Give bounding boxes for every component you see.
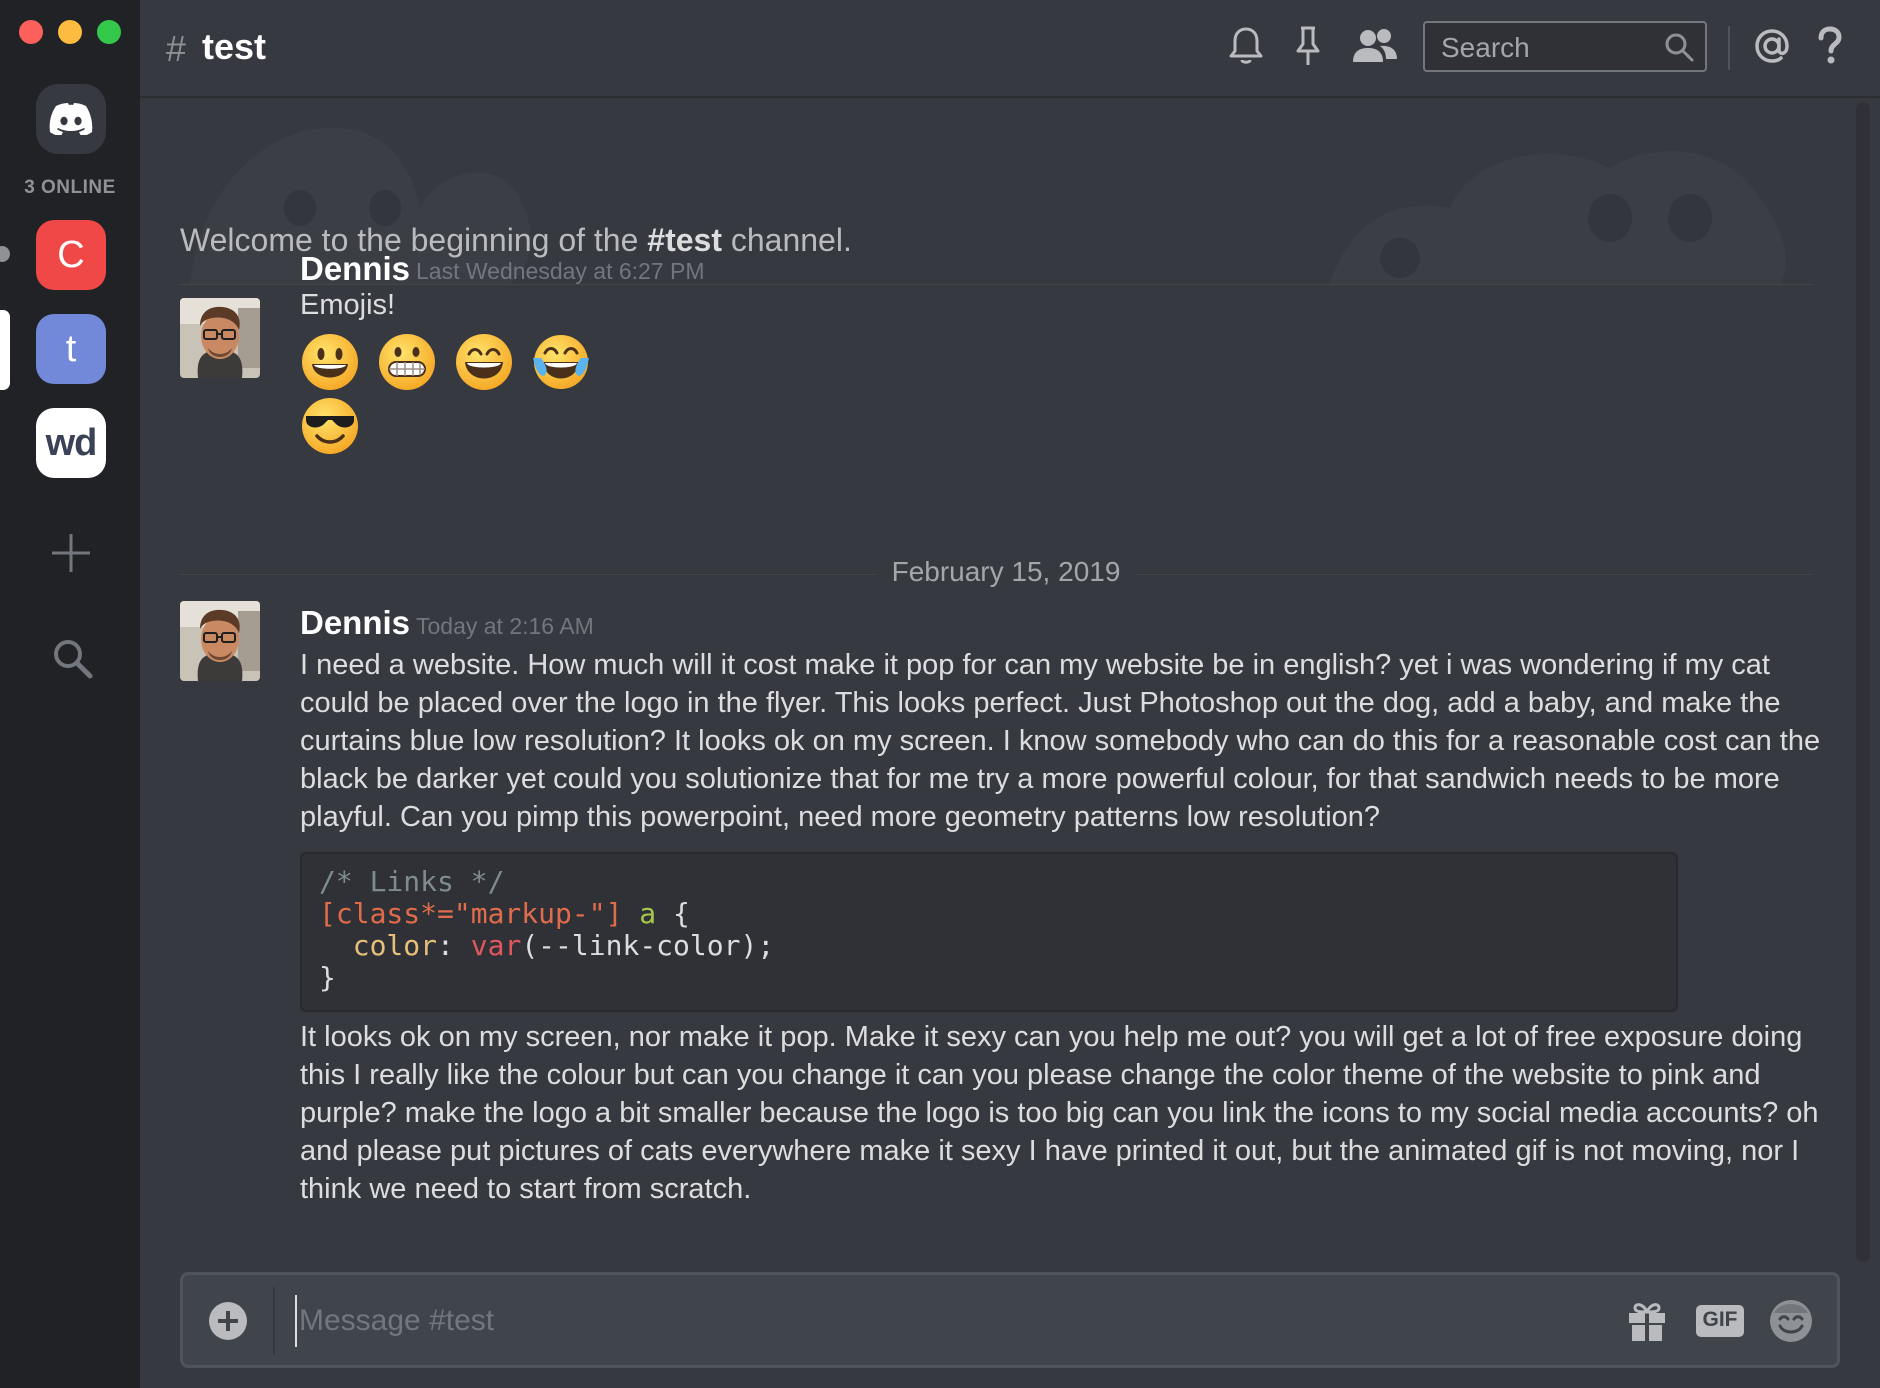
grinning-face-with-smiling-eyes-icon[interactable] [454, 332, 514, 392]
discord-logo-icon [49, 103, 93, 135]
home-button[interactable] [36, 84, 106, 154]
server-wd-label: wd [45, 421, 98, 464]
server-icon-t[interactable]: t [36, 314, 106, 384]
code-selector: [class*="markup-"] [319, 897, 623, 930]
welcome-prefix: Welcome to the beginning of the [180, 222, 648, 258]
grinning-face-icon[interactable] [300, 332, 360, 392]
message-scrollbar[interactable] [1856, 102, 1870, 1262]
gift-icon[interactable] [1623, 1297, 1671, 1345]
code-tag: a [639, 897, 657, 930]
window-zoom-button[interactable] [97, 20, 121, 44]
message-content: I need a website. How much will it cost … [300, 649, 1821, 833]
message-composer: GIF [180, 1272, 1840, 1368]
channel-welcome-text: Welcome to the beginning of the #test ch… [180, 222, 852, 259]
members-icon[interactable] [1350, 24, 1400, 68]
welcome-suffix: channel. [721, 222, 852, 258]
channel-hash-icon: # [166, 28, 187, 69]
server-discovery-search-icon[interactable] [50, 636, 94, 680]
gif-label: GIF [1702, 1308, 1738, 1331]
user-avatar-image [180, 601, 260, 681]
welcome-channel-name: #test [647, 222, 722, 258]
search-box[interactable] [1423, 21, 1707, 72]
server-icon-c[interactable]: C [36, 220, 106, 290]
composer-divider [273, 1287, 275, 1355]
selected-server-indicator [0, 310, 10, 390]
server-rail: 3 ONLINE C t wd [0, 0, 140, 1388]
message-content: Emojis! [300, 289, 396, 321]
bell-icon[interactable] [1224, 24, 1268, 68]
window-minimize-button[interactable] [58, 20, 82, 44]
online-count-label: 3 ONLINE [24, 177, 116, 198]
upload-plus-icon[interactable] [207, 1300, 249, 1342]
code-argument: (--link-color); [521, 929, 775, 962]
code-property: color [352, 929, 438, 962]
search-icon [1665, 33, 1694, 62]
message-content: It looks ok on my screen, nor make it po… [300, 1021, 1819, 1205]
message-list[interactable]: Welcome to the beginning of the #test ch… [140, 98, 1855, 1268]
smiling-face-with-sunglasses-icon[interactable] [300, 396, 360, 456]
server-icon-wd[interactable]: wd [36, 408, 106, 478]
face-with-tears-of-joy-icon[interactable] [531, 332, 591, 392]
mention-icon[interactable] [1750, 24, 1794, 68]
code-close-brace: } [319, 961, 336, 994]
message-input[interactable] [295, 1295, 1551, 1347]
gif-button[interactable]: GIF [1695, 1297, 1745, 1345]
message-timestamp: Today at 2:16 AM [416, 613, 594, 639]
code-block: /* Links */ [class*="markup-"] a { color… [300, 852, 1678, 1012]
channel-header: # test [140, 0, 1880, 98]
window-close-button[interactable] [19, 20, 43, 44]
code-open-brace: { [673, 897, 690, 930]
help-icon[interactable] [1812, 24, 1848, 68]
emoji-picker-icon[interactable] [1767, 1297, 1815, 1345]
message-timestamp: Last Wednesday at 6:27 PM [416, 258, 705, 284]
message-author[interactable]: Dennis [300, 604, 410, 642]
date-divider: February 15, 2019 [140, 556, 1855, 588]
emoji-row [300, 332, 591, 392]
grimacing-face-icon[interactable] [377, 332, 437, 392]
code-comment: /* Links */ [319, 865, 505, 898]
channel-title: test [202, 26, 267, 67]
search-input[interactable] [1439, 31, 1663, 65]
emoji-row [300, 396, 360, 456]
avatar[interactable] [180, 601, 260, 681]
code-function: var [470, 929, 522, 962]
add-server-icon[interactable] [48, 530, 94, 576]
header-divider [1728, 26, 1730, 70]
avatar[interactable] [180, 298, 260, 378]
date-divider-label: February 15, 2019 [875, 556, 1137, 587]
message-author[interactable]: Dennis [300, 250, 410, 288]
pin-icon[interactable] [1286, 24, 1330, 68]
user-avatar-image [180, 298, 260, 378]
unread-indicator [0, 246, 10, 262]
